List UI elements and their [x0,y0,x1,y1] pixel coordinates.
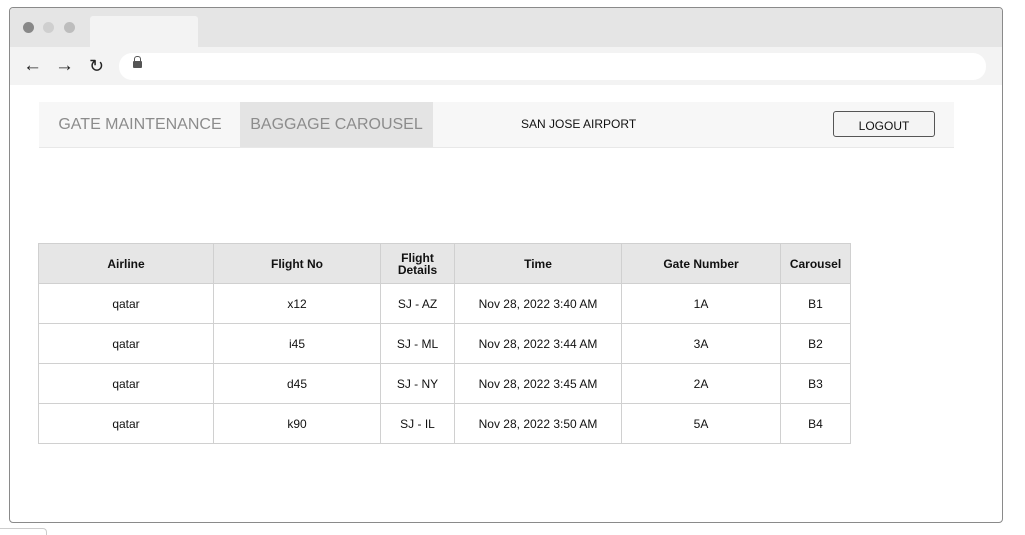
cell-time: Nov 28, 2022 3:50 AM [454,403,622,444]
cell-airline: qatar [38,403,214,444]
column-header-time: Time [454,243,622,284]
column-header-flight-no: Flight No [213,243,381,284]
cell-gate-number: 2A [621,363,781,404]
cell-flight-details: SJ - NY [380,363,455,404]
minimize-window-icon[interactable] [43,22,54,33]
cell-time: Nov 28, 2022 3:45 AM [454,363,622,404]
tab-gate-maintenance[interactable]: GATE MAINTENANCE [49,102,231,147]
cell-flight-no: i45 [213,323,381,364]
table-header-row: Airline Flight No Flight Details Time Ga… [38,243,851,284]
cell-time: Nov 28, 2022 3:40 AM [454,283,622,324]
cell-carousel: B3 [780,363,851,404]
cell-flight-no: d45 [213,363,381,404]
cell-airline: qatar [38,283,214,324]
browser-toolbar: ← → ↻ [10,47,1002,85]
tab-baggage-carousel[interactable]: BAGGAGE CAROUSEL [240,102,433,147]
cell-carousel: B1 [780,283,851,324]
table-row: qatar i45 SJ - ML Nov 28, 2022 3:44 AM 3… [38,323,851,364]
cell-carousel: B2 [780,323,851,364]
cell-gate-number: 5A [621,403,781,444]
cell-time: Nov 28, 2022 3:44 AM [454,323,622,364]
cell-flight-details: SJ - ML [380,323,455,364]
browser-tab[interactable] [90,16,198,47]
cell-gate-number: 3A [621,323,781,364]
cell-carousel: B4 [780,403,851,444]
table-row: qatar x12 SJ - AZ Nov 28, 2022 3:40 AM 1… [38,283,851,324]
forward-arrow-icon[interactable]: → [55,55,74,77]
cell-flight-details: SJ - IL [380,403,455,444]
lock-icon [133,56,142,68]
flights-table: Airline Flight No Flight Details Time Ga… [38,243,851,444]
back-arrow-icon[interactable]: ← [23,55,42,77]
column-header-airline: Airline [38,243,214,284]
reload-icon[interactable]: ↻ [89,55,104,77]
title-bar [10,8,1002,47]
cell-flight-no: x12 [213,283,381,324]
app-navigation: GATE MAINTENANCE BAGGAGE CAROUSEL SAN JO… [39,102,954,148]
table-row: qatar d45 SJ - NY Nov 28, 2022 3:45 AM 2… [38,363,851,404]
column-header-flight-details: Flight Details [380,243,455,284]
cell-flight-no: k90 [213,403,381,444]
close-window-icon[interactable] [23,22,34,33]
table-row: qatar k90 SJ - IL Nov 28, 2022 3:50 AM 5… [38,403,851,444]
logout-button[interactable]: LOGOUT [833,111,935,137]
cell-gate-number: 1A [621,283,781,324]
maximize-window-icon[interactable] [64,22,75,33]
cell-airline: qatar [38,323,214,364]
column-header-gate-number: Gate Number [621,243,781,284]
address-bar[interactable] [119,53,986,80]
cell-flight-details: SJ - AZ [380,283,455,324]
column-header-carousel: Carousel [780,243,851,284]
airport-title: SAN JOSE AIRPORT [521,117,637,131]
cell-airline: qatar [38,363,214,404]
